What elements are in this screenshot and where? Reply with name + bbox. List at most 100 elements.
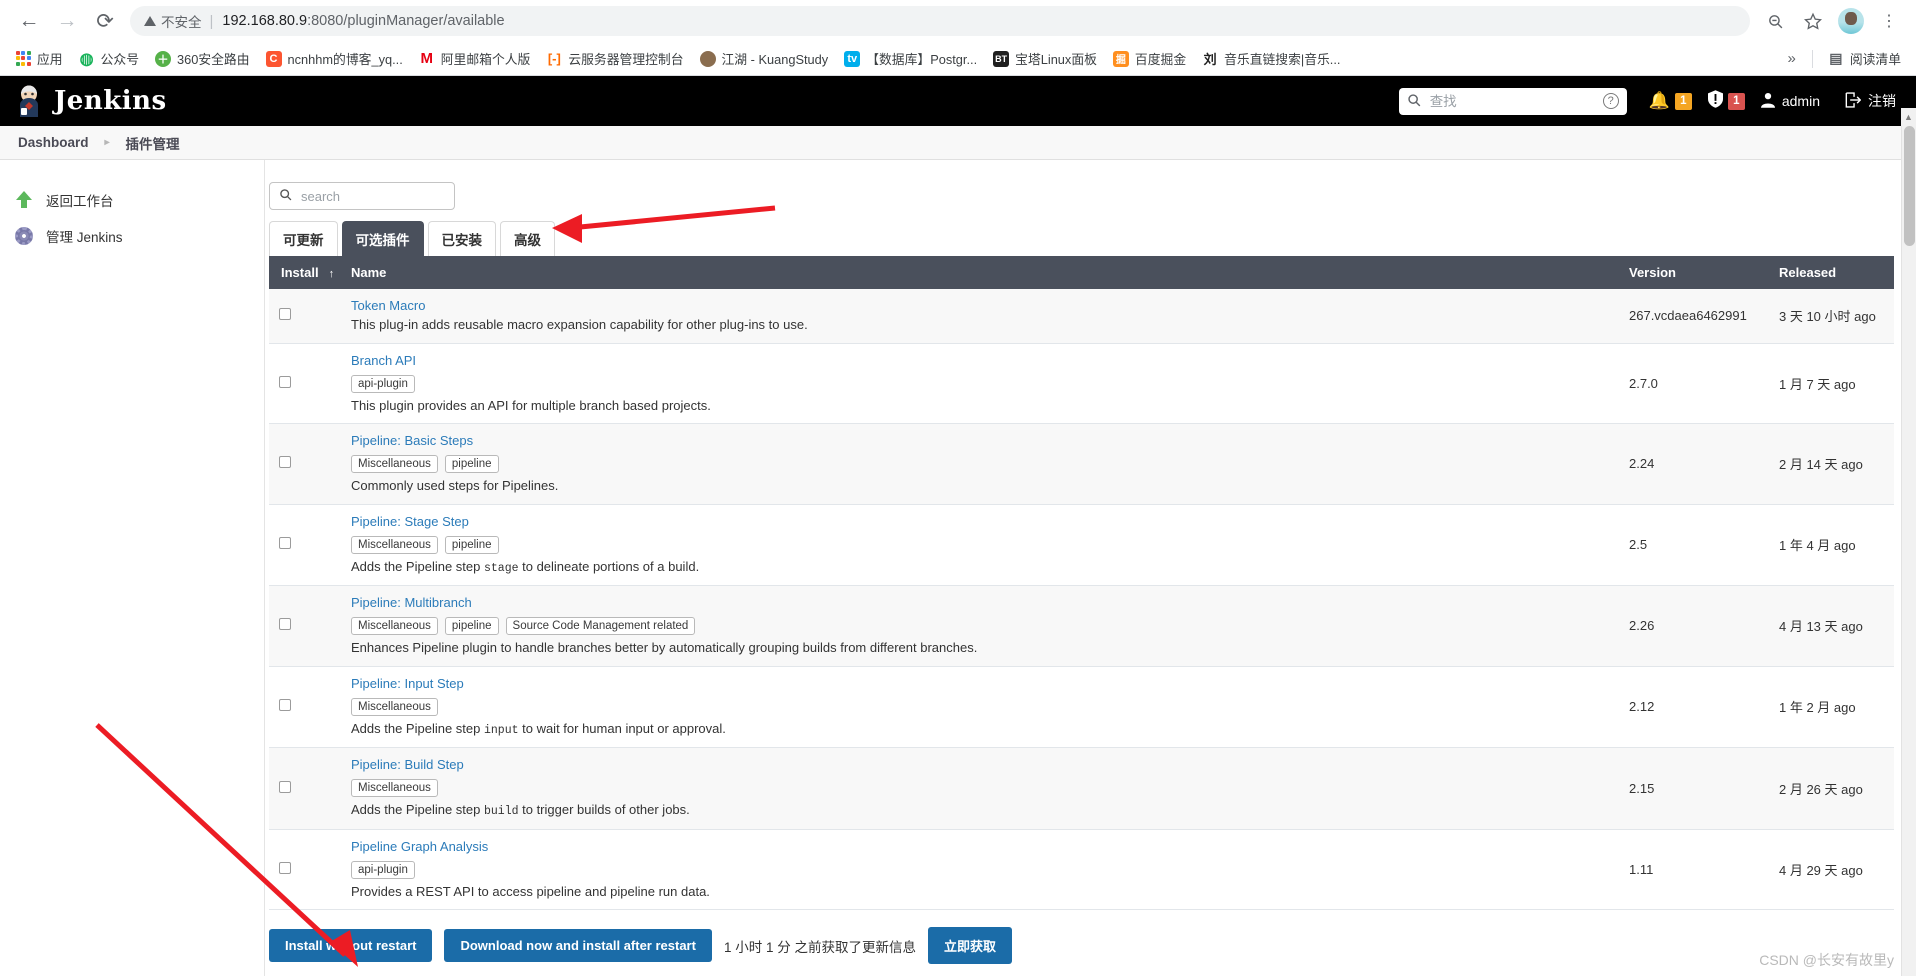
install-checkbox-cell[interactable] [269, 747, 341, 830]
user-menu[interactable]: admin [1760, 92, 1820, 111]
plugin-category-label[interactable]: api-plugin [351, 374, 415, 393]
logout-button[interactable]: 注销 [1844, 91, 1896, 111]
plugin-category-label[interactable]: Miscellaneous [351, 455, 438, 474]
install-checkbox-cell[interactable] [269, 504, 341, 587]
tab-installed[interactable]: 已安装 [427, 221, 496, 256]
sidebar-item-manage-jenkins[interactable]: 管理 Jenkins [0, 218, 264, 254]
plugin-description: Enhances Pipeline plugin to handle branc… [351, 640, 978, 656]
table-row[interactable]: Pipeline Graph Analysis api-plugin Provide… [269, 829, 1894, 911]
table-row[interactable]: Token Macro This plug-in adds reusable ma… [269, 289, 1894, 344]
install-checkbox-cell[interactable] [269, 585, 341, 667]
back-arrow-icon[interactable]: ← [10, 2, 48, 40]
table-row[interactable]: Pipeline: Build Step Miscellaneous Adds th… [269, 747, 1894, 830]
download-install-after-restart-button[interactable]: Download now and install after restart [444, 929, 712, 962]
scrollbar-thumb[interactable] [1904, 126, 1915, 246]
bookmarks-overflow-button[interactable]: » [1779, 50, 1803, 67]
jenkins-logo-link[interactable]: Jenkins [14, 85, 167, 117]
install-checkbox-cell[interactable] [269, 343, 341, 425]
bookmark-csdn-blog[interactable]: C ncnhhm的博客_yq... [259, 46, 410, 71]
plugin-category-label[interactable]: Miscellaneous [351, 617, 438, 636]
plugin-category-label[interactable]: api-plugin [351, 860, 415, 879]
plugin-category-label[interactable]: Source Code Management related [505, 617, 696, 636]
forward-arrow-icon[interactable]: → [48, 2, 86, 40]
plugin-category-label[interactable]: pipeline [444, 535, 499, 554]
plugin-name-link[interactable]: Token Macro [351, 298, 425, 313]
security-warning[interactable]: 不安全 [144, 11, 202, 31]
table-row[interactable]: Pipeline: Input Step Miscellaneous Adds th… [269, 666, 1894, 749]
bookmark-juejin[interactable]: 掘 百度掘金 [1106, 46, 1193, 71]
table-row[interactable]: Pipeline: Stage Step Miscellaneous pipelin… [269, 504, 1894, 587]
bookmark-bt-panel[interactable]: BT 宝塔Linux面板 [986, 46, 1104, 71]
tab-advanced[interactable]: 高级 [500, 221, 555, 256]
three-dot-menu-icon[interactable]: ⋮ [1872, 4, 1906, 38]
shield-exclamation-icon[interactable] [1707, 89, 1723, 113]
plugin-category-label[interactable]: Miscellaneous [351, 535, 438, 554]
install-checkbox[interactable] [279, 456, 291, 469]
bookmark-label: 【数据库】Postgr... [866, 52, 978, 67]
check-now-button[interactable]: 立即获取 [927, 927, 1012, 964]
url-path: :8080/pluginManager/available [307, 13, 505, 29]
user-name-label: admin [1781, 93, 1820, 109]
install-checkbox-cell[interactable] [269, 829, 341, 911]
install-checkbox[interactable] [279, 375, 291, 388]
plugin-search-input[interactable] [299, 187, 445, 205]
breadcrumb-item-dashboard[interactable]: Dashboard [14, 135, 93, 150]
bookmark-360[interactable]: ＋ 360安全路由 [148, 46, 257, 71]
table-row[interactable]: Pipeline: Basic Steps Miscellaneous pipeli… [269, 423, 1894, 505]
plugin-name-link[interactable]: Branch API [351, 353, 416, 368]
install-checkbox-cell[interactable] [269, 289, 341, 344]
table-row[interactable]: Pipeline: Multibranch Miscellaneous pipeli… [269, 585, 1894, 667]
bookmark-bilibili-postgres[interactable]: tv 【数据库】Postgr... [837, 46, 984, 71]
notification-group[interactable]: 🔔 1 [1649, 91, 1692, 111]
plugin-category-label[interactable]: Miscellaneous [351, 697, 438, 716]
bell-icon[interactable]: 🔔 [1649, 91, 1670, 111]
bookmark-cloud-console[interactable]: [-] 云服务器管理控制台 [539, 46, 690, 71]
column-header-install[interactable]: Install ↑ [269, 256, 341, 289]
install-checkbox[interactable] [279, 699, 291, 712]
column-header-released[interactable]: Released [1769, 256, 1894, 289]
tab-available[interactable]: 可选插件 [341, 221, 424, 256]
column-header-version[interactable]: Version [1619, 256, 1769, 289]
column-header-name[interactable]: Name [341, 256, 1619, 289]
bookmark-music-search[interactable]: 刘 音乐直链搜索|音乐... [1195, 46, 1347, 71]
zoom-out-icon[interactable] [1758, 4, 1792, 38]
plugin-name-link[interactable]: Pipeline: Multibranch [351, 595, 472, 610]
plugin-search-box[interactable] [269, 182, 455, 210]
plugin-category-label[interactable]: pipeline [444, 455, 499, 474]
bookmark-kuangstudy[interactable]: 江湖 - KuangStudy [693, 46, 836, 71]
page-scrollbar[interactable] [1901, 126, 1916, 976]
jenkins-search-box[interactable]: ? [1398, 87, 1627, 115]
plugin-name-link[interactable]: Pipeline: Build Step [351, 757, 464, 772]
breadcrumb-item-plugin-manager[interactable]: 插件管理 [122, 133, 184, 153]
help-circle-icon[interactable]: ? [1602, 93, 1619, 109]
install-checkbox-cell[interactable] [269, 423, 341, 505]
install-without-restart-button[interactable]: Install without restart [269, 929, 433, 962]
install-checkbox[interactable] [279, 862, 291, 874]
security-group[interactable]: 1 [1707, 89, 1745, 113]
bookmark-alimail[interactable]: M 阿里邮箱个人版 [412, 46, 538, 71]
tab-updates[interactable]: 可更新 [269, 221, 338, 256]
scrollbar-up-arrow[interactable]: ▲ [1901, 108, 1916, 126]
plugin-name-link[interactable]: Pipeline: Stage Step [351, 514, 469, 529]
table-row[interactable]: Branch API api-plugin This plugin provides… [269, 343, 1894, 425]
jenkins-search-input[interactable] [1427, 92, 1603, 110]
plugin-category-label[interactable]: pipeline [444, 617, 499, 636]
install-checkbox[interactable] [279, 618, 291, 631]
bookmarks-bar: 应用 ◍ 公众号 ＋ 360安全路由 C ncnhhm的博客_yq... M 阿… [0, 42, 1916, 76]
plugin-name-link[interactable]: Pipeline Graph Analysis [351, 839, 488, 854]
reading-list-button[interactable]: ▤ 阅读清单 [1821, 46, 1908, 71]
bookmark-apps[interactable]: 应用 [8, 46, 70, 71]
plugin-category-label[interactable]: Miscellaneous [351, 779, 438, 798]
star-icon[interactable] [1796, 4, 1830, 38]
profile-avatar[interactable] [1834, 4, 1868, 38]
install-checkbox-cell[interactable] [269, 666, 341, 749]
plugin-name-link[interactable]: Pipeline: Input Step [351, 676, 464, 691]
plugin-name-link[interactable]: Pipeline: Basic Steps [351, 433, 473, 448]
reload-icon[interactable]: ⟳ [86, 2, 124, 40]
install-checkbox[interactable] [279, 308, 291, 321]
bookmark-gongzhonghao[interactable]: ◍ 公众号 [72, 46, 146, 71]
install-checkbox[interactable] [279, 780, 291, 793]
sidebar-item-back-to-dashboard[interactable]: 返回工作台 [0, 182, 264, 218]
address-bar[interactable]: 不安全 | 192.168.80.9:8080/pluginManager/av… [130, 6, 1750, 36]
install-checkbox[interactable] [279, 537, 291, 550]
